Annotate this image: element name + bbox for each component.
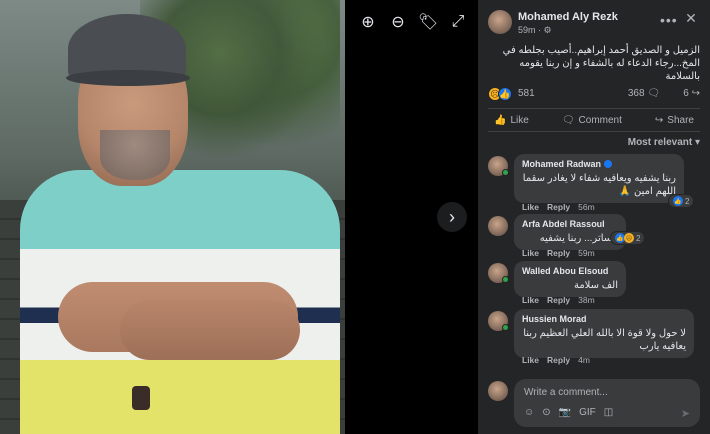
shares-count[interactable]: 6 ↪ (683, 88, 700, 99)
commenter-name-text: Mohamed Radwan (522, 159, 602, 169)
privacy-icon: ⚙ (543, 25, 552, 35)
comment-text: لا حول ولا قوة الا بالله العلي العظيم رب… (523, 328, 686, 352)
comment-bubble: Hussien Morad لا حول ولا قوة الا بالله ا… (514, 309, 694, 358)
comment-reactions[interactable]: 👍 2 (668, 194, 695, 208)
comment-input[interactable] (524, 385, 690, 399)
comment-reply-button[interactable]: Reply (547, 355, 570, 365)
comment-item: Mohamed Radwan ربنا يشفيه ويعافيه شفاء ل… (488, 154, 700, 214)
photo-arm-lower (120, 300, 300, 360)
verified-badge-icon (604, 160, 613, 168)
comment-button-label: Comment (578, 114, 622, 126)
commenter-name[interactable]: Arfa Abdel Rassoul (522, 219, 618, 229)
comment-bubble: Mohamed Radwan ربنا يشفيه ويعافيه شفاء ل… (514, 154, 684, 203)
reactions-count[interactable]: 581 (518, 88, 535, 99)
author-avatar[interactable] (488, 10, 512, 34)
comment-text: ربنا يشفيه ويعافيه شفاء لا يغادر سقما ال… (522, 173, 676, 197)
comment-button[interactable]: 🗨 Comment (562, 115, 622, 126)
comment-time[interactable]: 4m (578, 355, 590, 365)
comment-composer: ☺ ⊙ 📷 GIF ◫ ➤ (488, 379, 700, 429)
commenter-avatar[interactable] (488, 216, 508, 236)
comment-time[interactable]: 59m (578, 248, 595, 258)
camera-icon[interactable]: 📷 (559, 407, 571, 418)
composer-tools: ☺ ⊙ 📷 GIF ◫ (524, 407, 613, 418)
comments-count-value: 368 (627, 88, 645, 99)
thumbs-up-icon: 👍 (494, 114, 507, 126)
comment-reaction-count: 2 (636, 233, 641, 243)
zoom-in-icon[interactable]: ⊕ (356, 10, 380, 34)
avatar-sticker-icon[interactable]: ☺ (524, 407, 534, 418)
reaction-icons[interactable]: ☹ 👍 (488, 87, 512, 101)
comment-text: ياساتر... ربنا يشفيه (539, 233, 618, 244)
like-button-label: Like (510, 114, 529, 126)
comment-item: Arfa Abdel Rassoul ياساتر... ربنا يشفيه … (488, 214, 700, 260)
next-photo-button[interactable]: › (437, 202, 467, 232)
comment-like-button[interactable]: Like (522, 295, 539, 305)
comment-time[interactable]: 38m (578, 295, 595, 305)
comment-like-button[interactable]: Like (522, 248, 539, 258)
share-count-icon: ↪ (691, 88, 700, 99)
comment-bubble: Walled Abou Elsoud الف سلامة (514, 261, 626, 297)
comment-time[interactable]: 56m (578, 202, 595, 212)
comment-actions: Like Reply 4m (522, 355, 590, 365)
comment-text: الف سلامة (573, 280, 618, 291)
commenter-name[interactable]: Mohamed Radwan (522, 159, 676, 169)
comment-icon: 🗨 (561, 114, 575, 126)
online-status-dot (502, 276, 509, 283)
post-header: Mohamed Aly Rezk 59m · ⚙ ••• ✕ (478, 0, 710, 40)
comment-like-button[interactable]: Like (522, 355, 539, 365)
sticker-icon[interactable]: ◫ (604, 407, 613, 418)
post-stats: ☹ 👍 581 368 🗨 6 ↪ (488, 86, 700, 102)
online-status-dot (502, 169, 509, 176)
comment-reply-button[interactable]: Reply (547, 202, 570, 212)
author-name[interactable]: Mohamed Aly Rezk (518, 11, 618, 23)
current-user-avatar[interactable] (488, 381, 508, 401)
comment-actions: Like Reply 56m (522, 202, 595, 212)
fullscreen-icon[interactable]: ⤢ (446, 10, 470, 34)
gif-icon[interactable]: GIF (579, 407, 596, 418)
commenter-name[interactable]: Hussien Morad (522, 314, 686, 324)
comment-item: Hussien Morad لا حول ولا قوة الا بالله ا… (488, 309, 700, 369)
commenter-name[interactable]: Walled Abou Elsoud (522, 266, 618, 276)
post-photo[interactable] (0, 0, 345, 434)
like-reaction-icon: 👍 (673, 196, 683, 206)
post-time[interactable]: 59m · (518, 25, 541, 35)
more-options-icon[interactable]: ••• (660, 12, 678, 28)
zoom-out-icon[interactable]: ⊖ (386, 10, 410, 34)
post-panel: Mohamed Aly Rezk 59m · ⚙ ••• ✕ الزميل و … (478, 0, 710, 434)
comment-reaction-count: 2 (685, 196, 690, 206)
comment-count-icon: 🗨 (647, 88, 660, 99)
share-button[interactable]: ↪ Share (655, 115, 694, 126)
photo-viewer-window: ⊕ ⊖ 🏷 ⤢ › Mohamed Aly Rezk 59m · ⚙ ••• ✕… (0, 0, 710, 434)
comment-box: ☺ ⊙ 📷 GIF ◫ ➤ (514, 379, 700, 427)
photo-viewer: ⊕ ⊖ 🏷 ⤢ › (0, 0, 478, 434)
comment-reply-button[interactable]: Reply (547, 295, 570, 305)
comment-item: Walled Abou Elsoud الف سلامة Like Reply … (488, 261, 700, 307)
sad-reaction-icon: ☹ (624, 233, 634, 243)
like-reaction-icon: 👍 (498, 87, 512, 101)
online-status-dot (502, 324, 509, 331)
share-button-label: Share (667, 114, 694, 126)
photo-beard (100, 130, 170, 180)
tag-icon[interactable]: 🏷 (416, 10, 440, 34)
comment-bubble: Arfa Abdel Rassoul ياساتر... ربنا يشفيه (514, 214, 626, 250)
comment-sort-dropdown[interactable]: Most relevant ▾ (628, 137, 700, 148)
comments-count[interactable]: 368 🗨 (628, 88, 660, 99)
post-text: الزميل و الصديق أحمد إبراهيم..أصيب بجلطه… (502, 45, 700, 82)
comment-actions: Like Reply 38m (522, 295, 595, 305)
comment-actions: Like Reply 59m (522, 248, 595, 258)
comment-reply-button[interactable]: Reply (547, 248, 570, 258)
post-actions-bar: 👍 Like 🗨 Comment ↪ Share (488, 108, 700, 132)
emoji-icon[interactable]: ⊙ (542, 407, 550, 418)
share-icon: ↪ (654, 114, 664, 126)
like-button[interactable]: 👍 Like (494, 115, 529, 126)
photo-watch (132, 386, 150, 410)
shares-count-value: 6 (683, 88, 689, 99)
comment-reactions[interactable]: 👍 ☹ 2 (610, 231, 646, 245)
comment-like-button[interactable]: Like (522, 202, 539, 212)
photo-cap-brim (66, 70, 190, 86)
close-icon[interactable]: ✕ (682, 10, 700, 28)
send-icon[interactable]: ➤ (681, 407, 690, 420)
post-meta: 59m · ⚙ (518, 25, 552, 36)
